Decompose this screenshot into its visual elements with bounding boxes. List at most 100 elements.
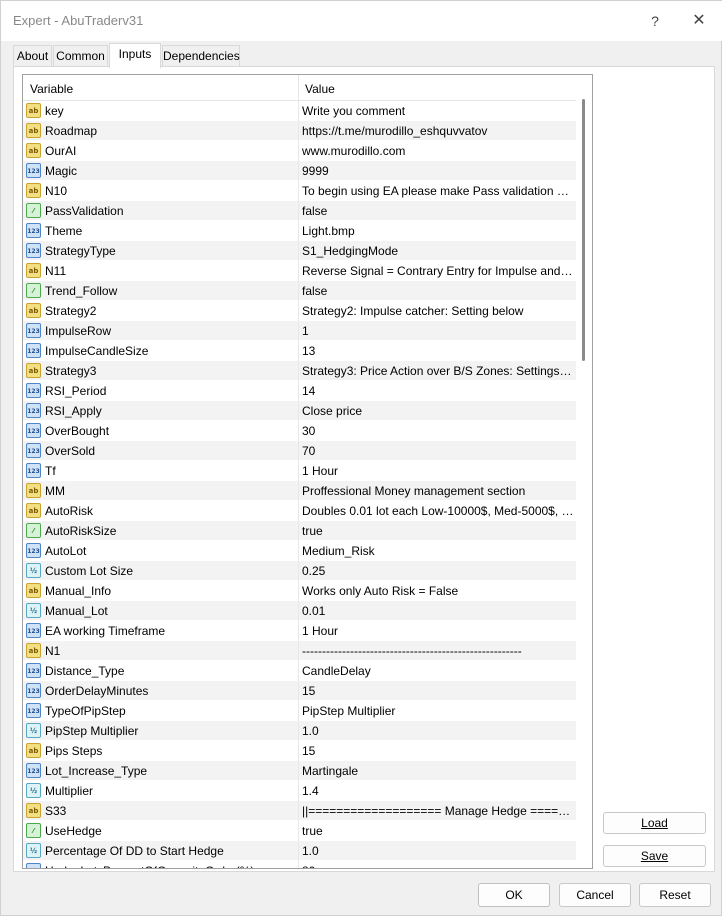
help-button[interactable]: ? xyxy=(641,9,669,33)
row-value[interactable]: Strategy3: Price Action over B/S Zones: … xyxy=(302,364,574,378)
table-row[interactable]: 123 Magic 9999 xyxy=(23,161,576,181)
vertical-scrollbar[interactable] xyxy=(576,75,592,868)
close-button[interactable]: ✕ xyxy=(685,9,713,33)
row-variable: N10 xyxy=(45,184,68,198)
table-row[interactable]: 123 HedgeLotsPercentOfOppositeOrder(%) 80 xyxy=(23,861,576,868)
row-value[interactable]: www.murodillo.com xyxy=(302,144,574,158)
table-row[interactable]: ab Strategy2 Strategy2: Impulse catcher: S… xyxy=(23,301,576,321)
row-value[interactable]: CandleDelay xyxy=(302,664,574,678)
row-value[interactable]: 1 xyxy=(302,324,574,338)
table-row[interactable]: ab Strategy3 Strategy3: Price Action over … xyxy=(23,361,576,381)
table-row[interactable]: 123 OverSold 70 xyxy=(23,441,576,461)
table-row[interactable]: 123 TypeOfPipStep PipStep Multiplier xyxy=(23,701,576,721)
row-value[interactable]: 1.0 xyxy=(302,844,574,858)
table-row[interactable]: 123 ImpulseCandleSize 13 xyxy=(23,341,576,361)
row-value[interactable]: true xyxy=(302,524,574,538)
row-value[interactable]: Medium_Risk xyxy=(302,544,574,558)
table-row[interactable]: 123 Tf 1 Hour xyxy=(23,461,576,481)
table-row[interactable]: ab Roadmap https://t.me/murodillo_eshquvva… xyxy=(23,121,576,141)
reset-button[interactable]: Reset xyxy=(639,883,711,907)
row-value[interactable]: 15 xyxy=(302,684,574,698)
row-value[interactable]: Write you comment xyxy=(302,104,574,118)
row-value[interactable]: 70 xyxy=(302,444,574,458)
row-variable: AutoRiskSize xyxy=(45,524,117,538)
table-row[interactable]: 123 OverBought 30 xyxy=(23,421,576,441)
ok-button[interactable]: OK xyxy=(478,883,550,907)
table-row[interactable]: ½ Multiplier 1.4 xyxy=(23,781,576,801)
row-value[interactable]: 80 xyxy=(302,864,574,868)
table-row[interactable]: ab Pips Steps 15 xyxy=(23,741,576,761)
row-value[interactable]: true xyxy=(302,824,574,838)
table-row[interactable]: 123 Lot_Increase_Type Martingale xyxy=(23,761,576,781)
row-value[interactable]: https://t.me/murodillo_eshquvvatov xyxy=(302,124,574,138)
type-string-icon: ab xyxy=(26,643,41,658)
row-value[interactable]: Close price xyxy=(302,404,574,418)
row-value[interactable]: 0.25 xyxy=(302,564,574,578)
table-row[interactable]: ab N1 ------------------------------------… xyxy=(23,641,576,661)
row-value[interactable]: Reverse Signal = Contrary Entry for Impu… xyxy=(302,264,574,278)
table-row[interactable]: 123 OrderDelayMinutes 15 xyxy=(23,681,576,701)
type-string-icon: ab xyxy=(26,263,41,278)
row-value[interactable]: 1.0 xyxy=(302,724,574,738)
table-row[interactable]: ½ Manual_Lot 0.01 xyxy=(23,601,576,621)
scrollbar-thumb[interactable] xyxy=(582,99,585,361)
column-divider[interactable] xyxy=(298,75,299,101)
row-divider xyxy=(298,741,299,761)
table-row[interactable]: ⁄ PassValidation false xyxy=(23,201,576,221)
row-value[interactable]: Strategy2: Impulse catcher: Setting belo… xyxy=(302,304,574,318)
row-value[interactable]: false xyxy=(302,284,574,298)
row-value[interactable]: 1 Hour xyxy=(302,464,574,478)
row-value[interactable]: Light.bmp xyxy=(302,224,574,238)
save-button[interactable]: Save xyxy=(603,845,706,867)
table-row[interactable]: 123 EA working Timeframe 1 Hour xyxy=(23,621,576,641)
row-value[interactable]: ----------------------------------------… xyxy=(302,644,574,658)
table-row[interactable]: ½ Percentage Of DD to Start Hedge 1.0 xyxy=(23,841,576,861)
table-row[interactable]: ⁄ UseHedge true xyxy=(23,821,576,841)
table-row[interactable]: 123 RSI_Apply Close price xyxy=(23,401,576,421)
row-value[interactable]: Martingale xyxy=(302,764,574,778)
table-row[interactable]: ⁄ Trend_Follow false xyxy=(23,281,576,301)
table-row[interactable]: ab N10 To begin using EA please make Pass … xyxy=(23,181,576,201)
table-row[interactable]: ab Manual_Info Works only Auto Risk = Fals… xyxy=(23,581,576,601)
table-row[interactable]: ⁄ AutoRiskSize true xyxy=(23,521,576,541)
column-header-value[interactable]: Value xyxy=(305,82,335,96)
table-row[interactable]: ½ PipStep Multiplier 1.0 xyxy=(23,721,576,741)
type-string-icon: ab xyxy=(26,363,41,378)
table-row[interactable]: ab key Write you comment xyxy=(23,101,576,121)
row-value[interactable]: 30 xyxy=(302,424,574,438)
tab-inputs[interactable]: Inputs xyxy=(109,43,161,68)
table-row[interactable]: 123 Theme Light.bmp xyxy=(23,221,576,241)
row-value[interactable]: 1 Hour xyxy=(302,624,574,638)
column-header-variable[interactable]: Variable xyxy=(30,82,73,96)
row-value[interactable]: ||=================== Manage Hedge =====… xyxy=(302,804,574,818)
row-value[interactable]: Proffessional Money management section xyxy=(302,484,574,498)
tab-dependencies[interactable]: Dependencies xyxy=(162,45,240,67)
table-row[interactable]: ab S33 ||=================== Manage Hedge … xyxy=(23,801,576,821)
row-value[interactable]: 0.01 xyxy=(302,604,574,618)
table-row[interactable]: ab MM Proffessional Money management secti… xyxy=(23,481,576,501)
row-value[interactable]: To begin using EA please make Pass valid… xyxy=(302,184,574,198)
row-value[interactable]: 14 xyxy=(302,384,574,398)
row-value[interactable]: 15 xyxy=(302,744,574,758)
table-row[interactable]: ab AutoRisk Doubles 0.01 lot each Low-1000… xyxy=(23,501,576,521)
table-row[interactable]: ½ Custom Lot Size 0.25 xyxy=(23,561,576,581)
row-value[interactable]: 9999 xyxy=(302,164,574,178)
table-row[interactable]: ab N11 Reverse Signal = Contrary Entry for… xyxy=(23,261,576,281)
row-value[interactable]: Works only Auto Risk = False xyxy=(302,584,574,598)
table-row[interactable]: 123 StrategyType S1_HedgingMode xyxy=(23,241,576,261)
table-row[interactable]: 123 Distance_Type CandleDelay xyxy=(23,661,576,681)
row-value[interactable]: PipStep Multiplier xyxy=(302,704,574,718)
row-value[interactable]: S1_HedgingMode xyxy=(302,244,574,258)
table-row[interactable]: 123 ImpulseRow 1 xyxy=(23,321,576,341)
row-value[interactable]: 13 xyxy=(302,344,574,358)
table-row[interactable]: ab OurAI www.murodillo.com xyxy=(23,141,576,161)
row-value[interactable]: false xyxy=(302,204,574,218)
load-button[interactable]: Load xyxy=(603,812,706,834)
cancel-button[interactable]: Cancel xyxy=(559,883,631,907)
row-value[interactable]: 1.4 xyxy=(302,784,574,798)
row-value[interactable]: Doubles 0.01 lot each Low-10000$, Med-50… xyxy=(302,504,574,518)
table-row[interactable]: 123 RSI_Period 14 xyxy=(23,381,576,401)
tab-common[interactable]: Common xyxy=(53,45,108,67)
table-row[interactable]: 123 AutoLot Medium_Risk xyxy=(23,541,576,561)
tab-about[interactable]: About xyxy=(13,45,52,67)
